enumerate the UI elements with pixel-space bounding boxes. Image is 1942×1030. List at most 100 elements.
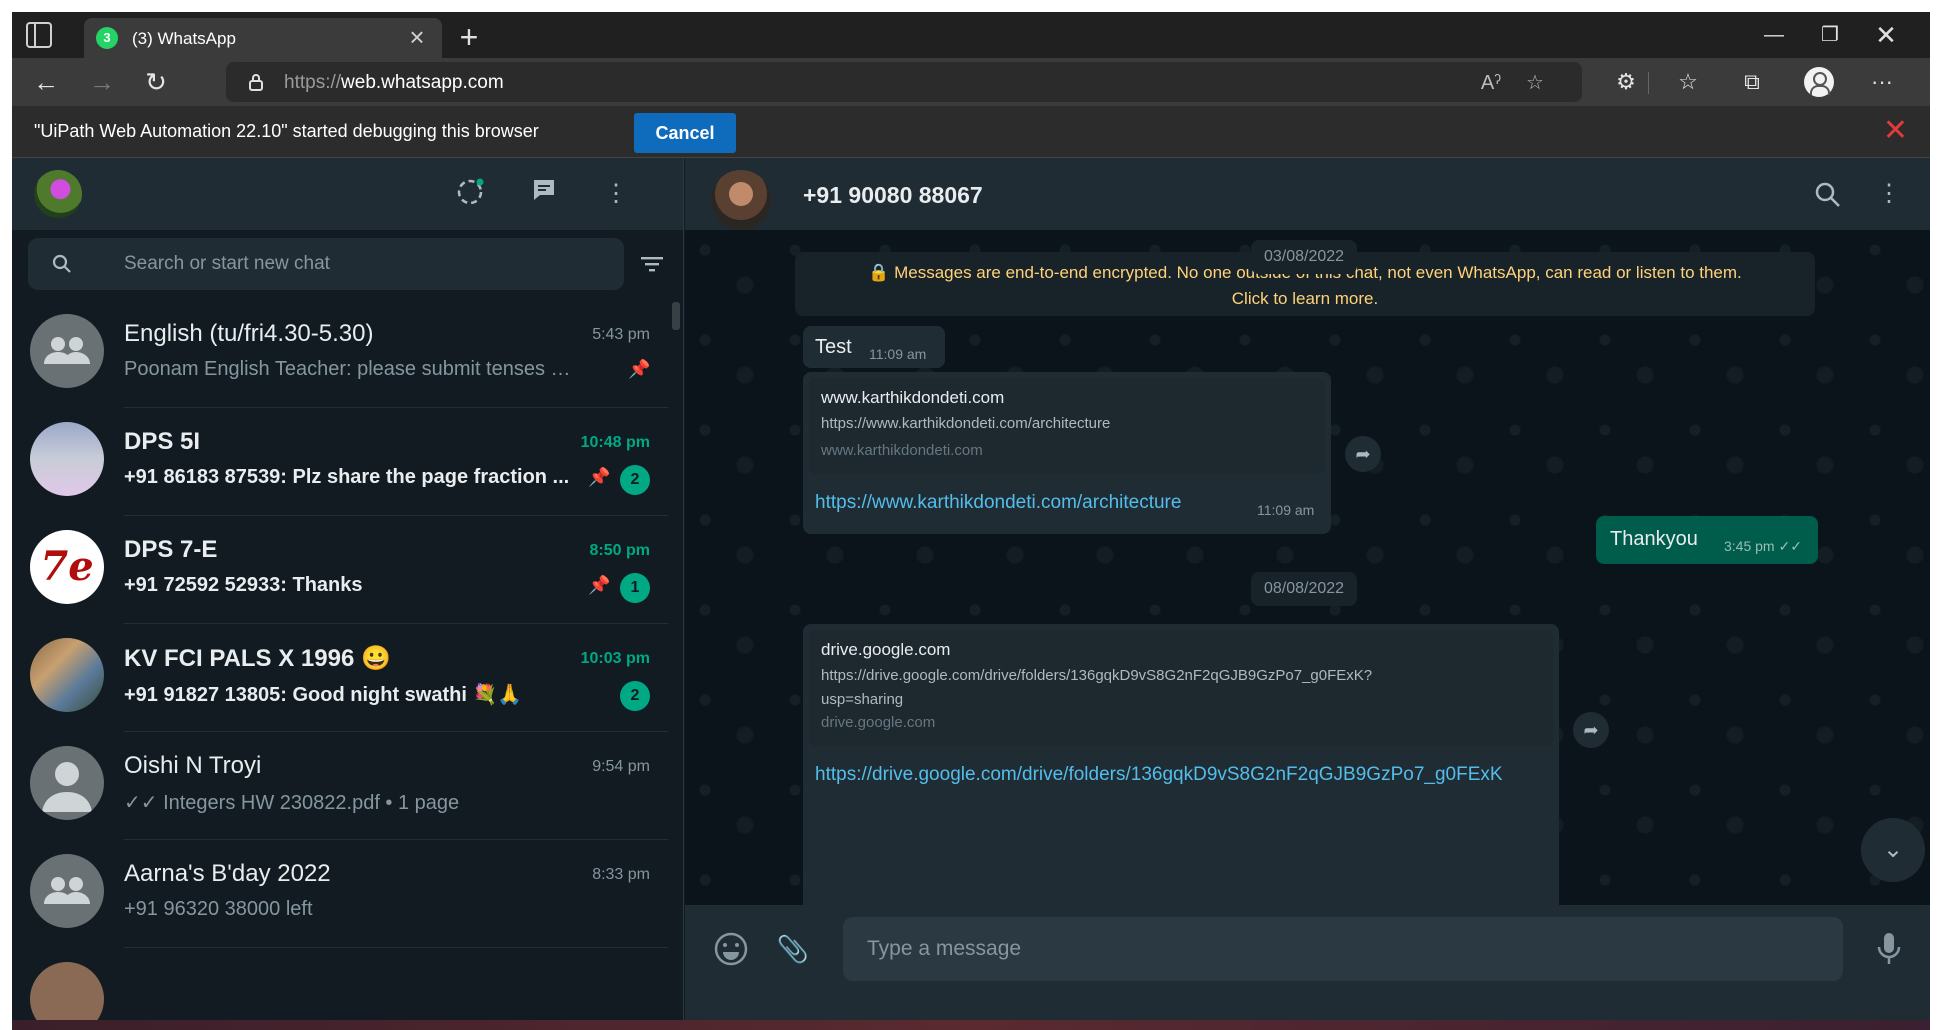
filter-icon[interactable] bbox=[638, 250, 666, 278]
url-text: https://web.whatsapp.com bbox=[284, 72, 504, 93]
emoji-icon[interactable] bbox=[711, 917, 751, 981]
message-input[interactable] bbox=[843, 917, 1843, 981]
back-icon[interactable]: ← bbox=[28, 64, 64, 100]
chat-preview: +91 72592 52933: Thanks bbox=[124, 574, 363, 596]
pin-icon: 📌 bbox=[588, 467, 611, 487]
conversation-panel: +91 90080 88067 ⋮ 🔒 Messages are end-to-… bbox=[685, 158, 1930, 1020]
message-bubble-link[interactable]: www.karthikdondeti.com https://www.karth… bbox=[803, 372, 1331, 534]
chat-name: English (tu/fri4.30-5.30) bbox=[124, 320, 374, 347]
chat-avatar bbox=[30, 422, 104, 496]
message-text: Thankyou bbox=[1610, 528, 1698, 550]
group-avatar-icon bbox=[30, 854, 104, 928]
close-window-icon[interactable]: ✕ bbox=[1864, 20, 1908, 50]
whatsapp-app: ⋮ English (tu/fri4.30-5.30) 5:43 pm Poon… bbox=[12, 158, 1930, 1020]
restore-icon[interactable]: ❐ bbox=[1808, 20, 1852, 50]
link-preview[interactable]: drive.google.com https://drive.google.co… bbox=[809, 630, 1553, 746]
add-favorite-icon[interactable]: ☆ bbox=[1520, 68, 1550, 98]
status-icon[interactable] bbox=[452, 176, 488, 212]
chat-avatar bbox=[30, 962, 104, 1020]
chat-preview: ✓✓ Integers HW 230822.pdf • 1 page bbox=[124, 792, 460, 814]
chat-avatar bbox=[30, 638, 104, 712]
preview-title: drive.google.com bbox=[821, 640, 951, 659]
message-text: Test bbox=[815, 336, 852, 358]
chat-item[interactable]: KV FCI PALS X 1996 😀 10:03 pm +91 91827 … bbox=[12, 624, 672, 732]
message-bubble-link[interactable]: drive.google.com https://drive.google.co… bbox=[803, 624, 1559, 905]
lock-icon bbox=[249, 74, 263, 91]
address-bar[interactable]: https://web.whatsapp.com A͏ˀ ☆ bbox=[226, 62, 1582, 102]
conversation-menu-icon[interactable]: ⋮ bbox=[1871, 176, 1907, 212]
chat-time: 8:50 pm bbox=[589, 542, 650, 559]
favorites-icon[interactable]: ☆ bbox=[1670, 64, 1706, 100]
chat-preview: Poonam English Teacher: please submit te… bbox=[124, 358, 584, 380]
user-avatar-icon bbox=[30, 746, 104, 820]
message-bubble-out[interactable]: Thankyou 3:45 pm ✓✓ bbox=[1596, 516, 1818, 564]
extensions-icon[interactable]: ⚙ bbox=[1608, 64, 1644, 100]
forward-icon[interactable]: ➦ bbox=[1573, 712, 1609, 748]
refresh-icon[interactable]: ↻ bbox=[138, 64, 174, 100]
pin-icon: 📌 bbox=[628, 359, 651, 379]
microphone-icon[interactable] bbox=[1869, 917, 1909, 981]
forward-icon[interactable]: → bbox=[84, 64, 120, 100]
attach-icon[interactable]: 📎 bbox=[773, 917, 813, 981]
tab-close-icon[interactable]: × bbox=[402, 22, 432, 52]
message-bubble[interactable]: Test 11:09 am bbox=[803, 326, 945, 368]
message-time: 11:09 am bbox=[869, 346, 927, 362]
link-preview[interactable]: www.karthikdondeti.com https://www.karth… bbox=[809, 378, 1325, 474]
toolbar-divider bbox=[1648, 72, 1649, 94]
chat-body: DPS 7-E 8:50 pm +91 72592 52933: Thanks … bbox=[124, 516, 668, 624]
learn-more-text: Click to learn more. bbox=[1231, 289, 1379, 308]
new-tab-icon[interactable]: + bbox=[452, 20, 486, 54]
chat-body: KV FCI PALS X 1996 😀 10:03 pm +91 91827 … bbox=[124, 624, 668, 732]
message-time: 3:45 pm ✓✓ bbox=[1724, 538, 1802, 554]
chat-item[interactable]: English (tu/fri4.30-5.30) 5:43 pm Poonam… bbox=[12, 300, 672, 408]
chat-time: 5:43 pm bbox=[592, 326, 650, 343]
conversation-header[interactable]: +91 90080 88067 ⋮ bbox=[685, 158, 1930, 230]
search-messages-icon[interactable] bbox=[1813, 180, 1843, 210]
contact-name: +91 90080 88067 bbox=[803, 182, 983, 208]
collections-icon[interactable]: ⧉ bbox=[1734, 64, 1770, 100]
browser-toolbar: ← → ↻ https://web.whatsapp.com A͏ˀ ☆ ⚙ ☆… bbox=[12, 58, 1930, 106]
chat-name: DPS 5I bbox=[124, 428, 201, 455]
chat-list-scrollbar[interactable] bbox=[672, 302, 680, 330]
search-box bbox=[28, 238, 624, 290]
preview-title: www.karthikdondeti.com bbox=[821, 388, 1005, 407]
chat-item[interactable]: Aarna's B'day 2022 8:33 pm +91 96320 380… bbox=[12, 840, 672, 948]
preview-domain: drive.google.com bbox=[821, 714, 936, 731]
chat-preview: +91 91827 13805: Good night swathi 💐🙏 bbox=[124, 684, 523, 706]
cancel-debug-button[interactable]: Cancel bbox=[634, 113, 736, 153]
chat-item[interactable]: Oishi N Troyi 9:54 pm ✓✓ Integers HW 230… bbox=[12, 732, 672, 840]
my-avatar[interactable] bbox=[34, 170, 82, 218]
close-infobar-icon[interactable]: ✕ bbox=[1883, 116, 1908, 146]
pin-icon: 📌 bbox=[588, 575, 611, 595]
whatsapp-favicon-icon: 3 bbox=[96, 27, 118, 49]
chat-time: 10:03 pm bbox=[580, 650, 650, 667]
browser-tab[interactable]: 3 (3) WhatsApp × bbox=[84, 18, 442, 58]
browser-window: 3 (3) WhatsApp × + — ❐ ✕ ← → ↻ https://w… bbox=[12, 12, 1930, 1020]
read-aloud-icon[interactable]: A͏ˀ bbox=[1476, 68, 1506, 98]
contact-avatar[interactable] bbox=[711, 170, 771, 230]
composer: 📎 bbox=[685, 905, 1930, 1020]
scroll-down-icon[interactable]: ⌄ bbox=[1861, 818, 1925, 882]
chat-time: 8:33 pm bbox=[592, 866, 650, 883]
chat-item[interactable]: 7e DPS 7-E 8:50 pm +91 72592 52933: Than… bbox=[12, 516, 672, 624]
new-chat-icon[interactable] bbox=[526, 176, 562, 212]
chat-name: DPS 7-E bbox=[124, 536, 218, 563]
profile-avatar-icon[interactable] bbox=[1804, 67, 1834, 97]
preview-description: https://drive.google.com/drive/folders/1… bbox=[821, 667, 1373, 684]
search-icon bbox=[52, 254, 71, 273]
minimize-icon[interactable]: — bbox=[1752, 20, 1796, 50]
forward-icon[interactable]: ➦ bbox=[1345, 436, 1381, 472]
message-link[interactable]: https://www.karthikdondeti.com/architect… bbox=[815, 492, 1181, 514]
chat-item[interactable] bbox=[12, 948, 672, 1020]
sidebar: ⋮ English (tu/fri4.30-5.30) 5:43 pm Poon… bbox=[12, 158, 684, 1020]
chat-time: 9:54 pm bbox=[592, 758, 650, 775]
more-options-icon[interactable]: ··· bbox=[1864, 64, 1900, 100]
menu-icon[interactable]: ⋮ bbox=[598, 176, 634, 212]
chat-item[interactable]: DPS 5I 10:48 pm +91 86183 87539: Plz sha… bbox=[12, 408, 672, 516]
chat-time: 10:48 pm bbox=[580, 434, 650, 451]
search-input[interactable] bbox=[124, 250, 594, 278]
chat-preview: +91 96320 38000 left bbox=[124, 898, 313, 920]
tab-actions-icon[interactable] bbox=[26, 22, 52, 48]
message-link[interactable]: https://drive.google.com/drive/folders/1… bbox=[815, 764, 1503, 786]
chat-name: Aarna's B'day 2022 bbox=[124, 860, 331, 887]
